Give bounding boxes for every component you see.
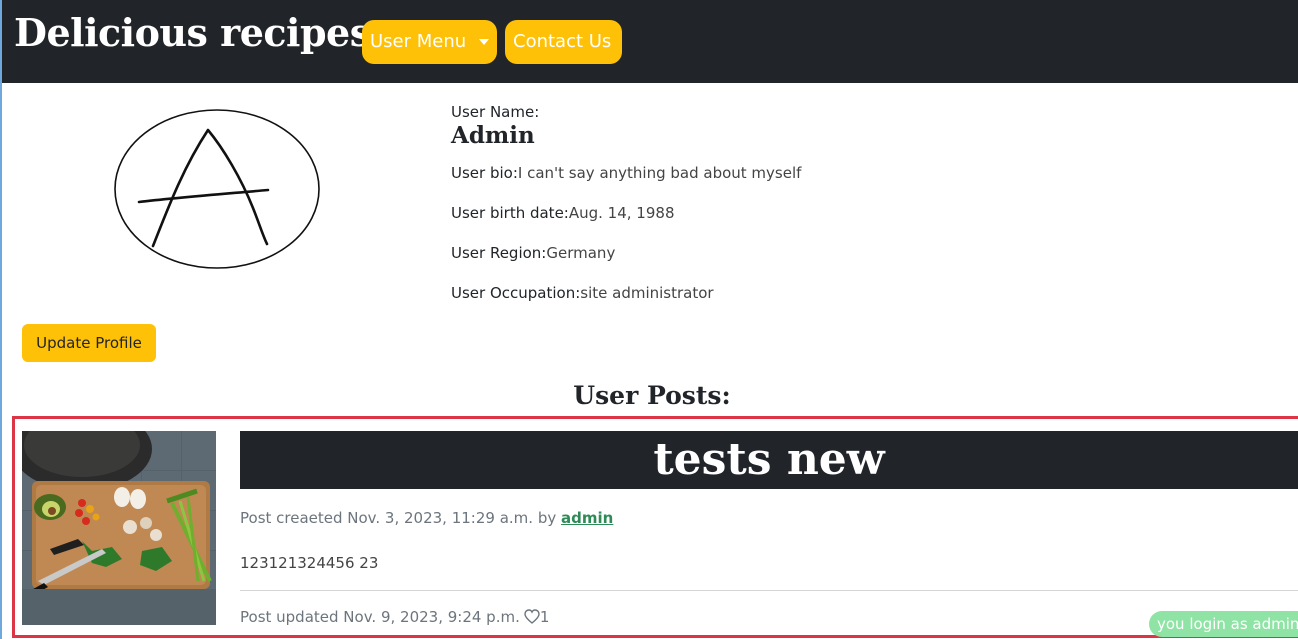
post-divider bbox=[240, 590, 1298, 591]
occupation-value: site administrator bbox=[580, 284, 714, 302]
region-row: User Region:Germany bbox=[451, 244, 615, 262]
like-count: 1 bbox=[539, 608, 550, 626]
caret-down-icon bbox=[479, 39, 489, 45]
post-title[interactable]: tests new bbox=[240, 431, 1298, 489]
username-label: User Name: bbox=[451, 103, 540, 121]
login-status-badge: you login as admin bbox=[1149, 611, 1298, 637]
username: Admin bbox=[451, 122, 535, 149]
region-label: User Region: bbox=[451, 244, 547, 262]
occupation-label: User Occupation: bbox=[451, 284, 581, 302]
post-image[interactable] bbox=[22, 431, 216, 625]
post-card[interactable]: tests new Post creaeted Nov. 3, 2023, 11… bbox=[12, 416, 1298, 638]
user-menu-button[interactable]: User Menu bbox=[362, 20, 497, 64]
post-body: 123121324456 23 bbox=[240, 554, 379, 572]
post-created-info: Post creaeted Nov. 3, 2023, 11:29 a.m. b… bbox=[240, 509, 613, 527]
navbar: Delicious recipes User Menu Contact Us bbox=[2, 0, 1298, 83]
birth-date-row: User birth date:Aug. 14, 1988 bbox=[451, 204, 674, 222]
avatar bbox=[113, 108, 321, 270]
user-posts-heading: User Posts: bbox=[573, 381, 731, 410]
update-profile-button[interactable]: Update Profile bbox=[22, 324, 156, 362]
contact-us-button[interactable]: Contact Us bbox=[505, 20, 622, 64]
post-title-bar: tests new bbox=[240, 431, 1298, 489]
site-brand[interactable]: Delicious recipes bbox=[14, 10, 371, 55]
heart-icon[interactable] bbox=[524, 609, 540, 628]
post-created-text: Post creaeted Nov. 3, 2023, 11:29 a.m. b… bbox=[240, 509, 557, 527]
user-menu-label: User Menu bbox=[370, 31, 467, 52]
bio-row: User bio:I can't say anything bad about … bbox=[451, 164, 801, 182]
birth-date-label: User birth date: bbox=[451, 204, 569, 222]
region-value: Germany bbox=[546, 244, 616, 262]
post-author-link[interactable]: admin bbox=[561, 509, 613, 527]
birth-date-value: Aug. 14, 1988 bbox=[568, 204, 675, 222]
post-updated-info: Post updated Nov. 9, 2023, 9:24 p.m. 1 bbox=[240, 608, 549, 628]
post-updated-text: Post updated Nov. 9, 2023, 9:24 p.m. bbox=[240, 608, 520, 626]
window-edge bbox=[0, 0, 2, 639]
bio-value: I can't say anything bad about myself bbox=[517, 164, 802, 182]
occupation-row: User Occupation:site administrator bbox=[451, 284, 714, 302]
bio-label: User bio: bbox=[451, 164, 518, 182]
